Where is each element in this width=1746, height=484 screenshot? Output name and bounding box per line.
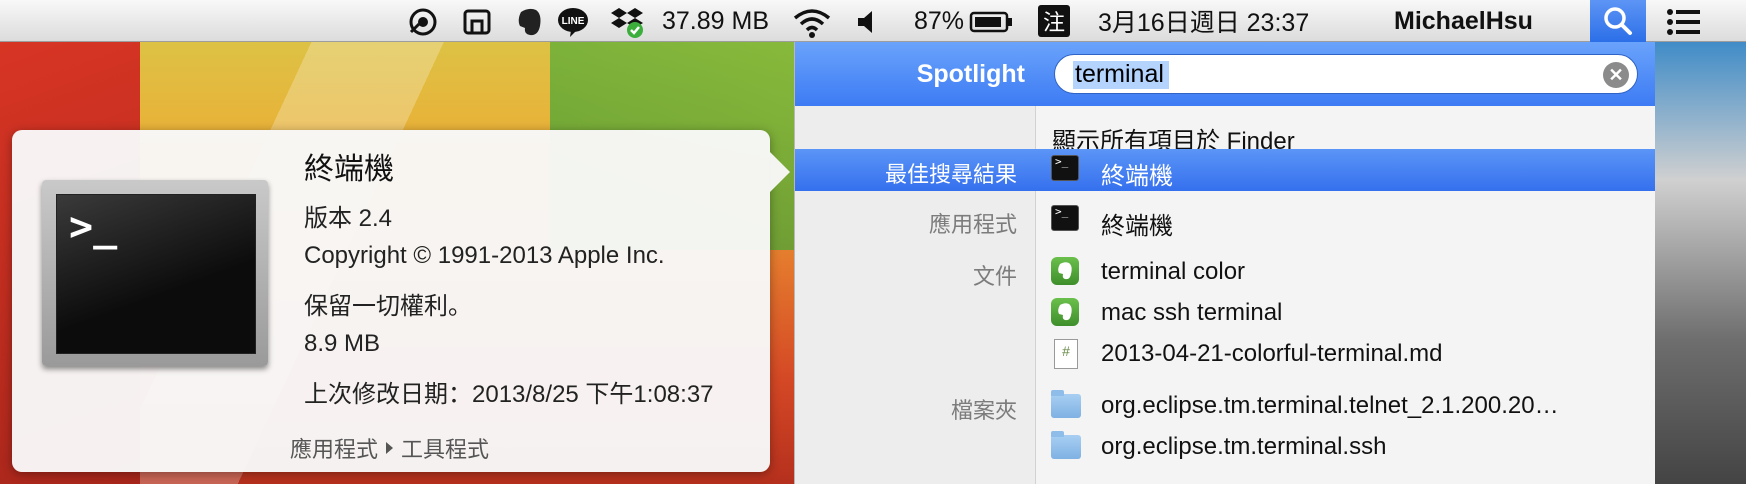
desktop-wallpaper-right [1646, 40, 1746, 484]
dropbox-icon[interactable] [610, 5, 644, 39]
preview-version: 版本 2.4 [304, 205, 393, 232]
clear-search-button[interactable]: ✕ [1603, 62, 1629, 88]
result-row-document[interactable]: 文件 terminal color [795, 251, 1655, 293]
terminal-app-icon: >_ [1051, 155, 1081, 185]
result-row-folder[interactable]: 檔案夾 org.eclipse.tm.terminal.telnet_2.1.2… [795, 385, 1655, 427]
category-label: 文件 [972, 264, 1017, 289]
breadcrumb: 應用程式 工具程式 [290, 432, 489, 464]
preview-panel: >_ 終端機 版本 2.4 Copyright © 1991-2013 Appl… [12, 130, 790, 472]
breadcrumb-item[interactable]: 應用程式 [290, 432, 378, 464]
category-label: 最佳搜尋結果 [884, 162, 1017, 187]
preview-size: 8.9 MB [304, 330, 381, 357]
result-row-folder[interactable]: org.eclipse.tm.terminal.ssh [795, 426, 1655, 468]
terminal-app-large-icon: >_ [42, 180, 268, 366]
notification-center-icon[interactable] [1664, 5, 1704, 39]
breadcrumb-item[interactable]: 工具程式 [401, 432, 489, 464]
evernote-note-icon [1051, 257, 1081, 287]
wifi-icon[interactable] [792, 5, 832, 39]
result-label: org.eclipse.tm.terminal.telnet_2.1.200.2… [1101, 392, 1559, 419]
folder-icon [1051, 431, 1081, 462]
battery-percent[interactable]: 87% [914, 0, 964, 42]
spotlight-title: Spotlight [916, 60, 1025, 88]
evernote-icon[interactable] [512, 5, 546, 39]
result-label: mac ssh terminal [1101, 299, 1283, 326]
menu-bar: LINE 37.89 MB 87% 注 3月16日週日 23:37 Michae… [0, 0, 1746, 42]
result-row-application[interactable]: 應用程式 >_ 終端機 [795, 199, 1655, 241]
chevron-right-icon [386, 442, 394, 454]
result-label: 終端機 [1101, 163, 1173, 190]
spotlight-search-field[interactable]: ✕ [1054, 54, 1638, 94]
svg-text:LINE: LINE [562, 16, 585, 27]
menubar-clock[interactable]: 3月16日週日 23:37 [1098, 0, 1309, 42]
prompt-glyph: >_ [69, 204, 118, 250]
display-icon[interactable] [460, 5, 494, 39]
close-icon: ✕ [1608, 64, 1624, 85]
result-label: org.eclipse.tm.terminal.ssh [1101, 433, 1387, 460]
spotlight-window: Spotlight ✕ 顯示所有項目於 Finder 最佳搜尋結果 >_ 終端機… [794, 42, 1655, 484]
markdown-file-icon: # [1051, 339, 1081, 369]
volume-icon[interactable] [850, 5, 884, 39]
spotlight-menu-button[interactable] [1590, 0, 1646, 42]
folder-icon [1051, 390, 1081, 421]
input-method-icon[interactable]: 注 [1038, 5, 1070, 37]
preview-rights: 保留一切權利。 [304, 293, 472, 320]
result-row-document[interactable]: # 2013-04-21-colorful-terminal.md [795, 333, 1655, 375]
result-label: 2013-04-21-colorful-terminal.md [1101, 340, 1443, 367]
category-label: 應用程式 [928, 212, 1017, 237]
result-row-document[interactable]: mac ssh terminal [795, 292, 1655, 334]
terminal-app-icon: >_ [1051, 205, 1081, 235]
spotlight-header: Spotlight ✕ [795, 42, 1655, 106]
preview-copyright: Copyright © 1991-2013 Apple Inc. [304, 242, 665, 269]
search-icon [1604, 7, 1632, 35]
preview-title: 終端機 [304, 153, 394, 186]
result-label: 終端機 [1101, 213, 1173, 240]
category-label: 檔案夾 [950, 398, 1017, 423]
spotlight-search-input[interactable] [1073, 58, 1557, 90]
result-row-top-hit[interactable]: 最佳搜尋結果 >_ 終端機 [795, 149, 1655, 191]
result-label: terminal color [1101, 258, 1246, 285]
evernote-note-icon [1051, 298, 1081, 328]
memory-usage[interactable]: 37.89 MB [662, 0, 769, 42]
terminal-screen: >_ [56, 194, 256, 354]
user-name[interactable]: MichaelHsu [1394, 0, 1533, 42]
sync-icon[interactable] [406, 5, 440, 39]
line-icon[interactable]: LINE [556, 5, 590, 39]
preview-modified: 上次修改日期：2013/8/25 下午1:08:37 [304, 381, 714, 408]
battery-icon[interactable] [968, 5, 1014, 39]
